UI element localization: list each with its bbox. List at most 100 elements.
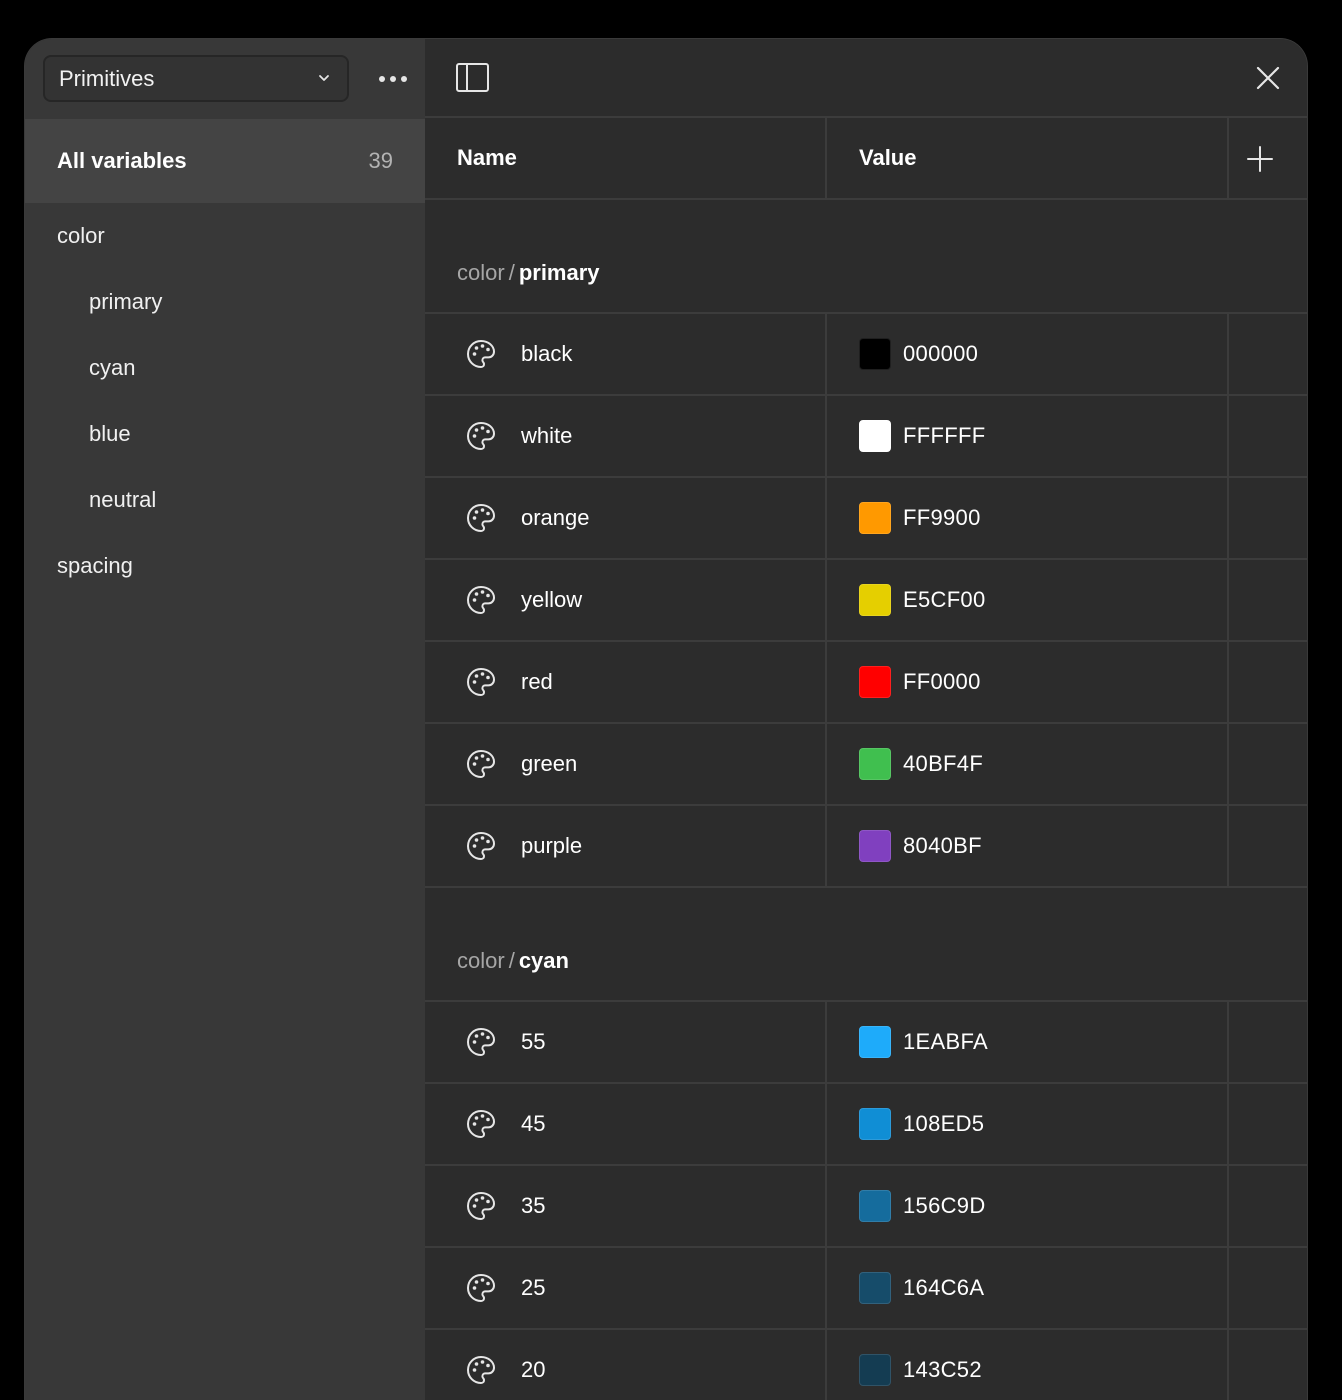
palette-icon: [465, 420, 497, 452]
variable-value[interactable]: 1EABFA: [903, 1002, 988, 1082]
variable-value[interactable]: FFFFFF: [903, 396, 985, 476]
sidebar-item-spacing[interactable]: spacing: [25, 533, 425, 599]
sidebar-toggle-icon[interactable]: [455, 61, 491, 95]
palette-icon: [465, 1190, 497, 1222]
all-variables-item[interactable]: All variables 39: [25, 119, 425, 203]
column-divider[interactable]: [1227, 118, 1229, 198]
variable-row[interactable]: white FFFFFF: [425, 396, 1307, 478]
variable-value[interactable]: FF9900: [903, 478, 981, 558]
more-options-button[interactable]: [375, 63, 411, 95]
all-variables-count: 39: [368, 148, 393, 173]
column-divider: [1227, 1002, 1229, 1082]
variable-name[interactable]: red: [521, 642, 553, 722]
variable-value[interactable]: 40BF4F: [903, 724, 983, 804]
column-divider: [1227, 1248, 1229, 1328]
color-swatch[interactable]: [859, 502, 891, 534]
variable-name[interactable]: yellow: [521, 560, 582, 640]
variable-name[interactable]: black: [521, 314, 572, 394]
close-icon[interactable]: [1251, 61, 1285, 95]
variable-value[interactable]: 164C6A: [903, 1248, 984, 1328]
variable-name[interactable]: 20: [521, 1330, 545, 1400]
color-swatch[interactable]: [859, 584, 891, 616]
color-swatch[interactable]: [859, 666, 891, 698]
variable-row[interactable]: 55 1EABFA: [425, 1002, 1307, 1084]
variable-value[interactable]: 156C9D: [903, 1166, 986, 1246]
column-divider: [825, 314, 827, 394]
column-divider: [1227, 396, 1229, 476]
color-swatch[interactable]: [859, 420, 891, 452]
sidebar-item-color[interactable]: color: [25, 203, 425, 269]
collection-dropdown[interactable]: Primitives: [43, 55, 349, 102]
plus-icon[interactable]: [1243, 142, 1277, 176]
variable-value[interactable]: E5CF00: [903, 560, 986, 640]
sidebar-item-blue[interactable]: blue: [25, 401, 425, 467]
variable-row[interactable]: black 000000: [425, 314, 1307, 396]
group-header: color / primary: [425, 200, 1307, 314]
variable-row[interactable]: 35 156C9D: [425, 1166, 1307, 1248]
group-path: color / primary: [457, 260, 600, 286]
group-path: color / cyan: [457, 948, 569, 974]
variable-value[interactable]: 000000: [903, 314, 978, 394]
table-header: Name Value: [425, 118, 1307, 200]
column-divider: [1227, 1084, 1229, 1164]
variable-row[interactable]: 45 108ED5: [425, 1084, 1307, 1166]
subgroup-name: primary: [518, 260, 600, 285]
palette-icon: [465, 1108, 497, 1140]
sidebar-item-neutral[interactable]: neutral: [25, 467, 425, 533]
variable-row[interactable]: 25 164C6A: [425, 1248, 1307, 1330]
column-divider: [825, 1330, 827, 1400]
group-name: color: [457, 260, 505, 285]
palette-icon: [465, 1272, 497, 1304]
collection-name: Primitives: [59, 65, 155, 91]
column-divider: [1227, 1166, 1229, 1246]
variables-table-panel: Name Value color / primary black 000000 white…: [425, 39, 1307, 1400]
variable-row[interactable]: 20 143C52: [425, 1330, 1307, 1400]
palette-icon: [465, 502, 497, 534]
variable-row[interactable]: red FF0000: [425, 642, 1307, 724]
color-swatch[interactable]: [859, 1108, 891, 1140]
column-divider: [1227, 806, 1229, 886]
variable-name[interactable]: 35: [521, 1166, 545, 1246]
variable-row[interactable]: yellow E5CF00: [425, 560, 1307, 642]
path-separator: /: [508, 260, 515, 285]
more-horizontal-icon: [379, 76, 385, 82]
color-swatch[interactable]: [859, 748, 891, 780]
column-divider: [825, 642, 827, 722]
color-swatch[interactable]: [859, 1272, 891, 1304]
group-list: color primary cyan blue neutral spacing: [25, 203, 425, 599]
variable-name[interactable]: 55: [521, 1002, 545, 1082]
name-column-header: Name: [457, 145, 517, 170]
variable-name[interactable]: white: [521, 396, 572, 476]
variable-row[interactable]: green 40BF4F: [425, 724, 1307, 806]
variable-name[interactable]: green: [521, 724, 577, 804]
variable-row[interactable]: orange FF9900: [425, 478, 1307, 560]
color-swatch[interactable]: [859, 1026, 891, 1058]
column-divider: [1227, 314, 1229, 394]
color-swatch[interactable]: [859, 1354, 891, 1386]
column-divider: [825, 478, 827, 558]
variable-row[interactable]: purple 8040BF: [425, 806, 1307, 888]
subgroup-name: cyan: [518, 948, 569, 973]
variable-name[interactable]: purple: [521, 806, 582, 886]
color-swatch[interactable]: [859, 338, 891, 370]
column-divider: [825, 1084, 827, 1164]
variable-name[interactable]: 25: [521, 1248, 545, 1328]
variable-value[interactable]: 143C52: [903, 1330, 982, 1400]
group-name: color: [457, 948, 505, 973]
sidebar-item-primary[interactable]: primary: [25, 269, 425, 335]
variable-value[interactable]: 8040BF: [903, 806, 982, 886]
column-divider: [1227, 478, 1229, 558]
sidebar-item-cyan[interactable]: cyan: [25, 335, 425, 401]
column-divider: [1227, 1330, 1229, 1400]
variable-value[interactable]: FF0000: [903, 642, 981, 722]
color-swatch[interactable]: [859, 1190, 891, 1222]
toolbar: [425, 39, 1307, 118]
palette-icon: [465, 830, 497, 862]
variable-name[interactable]: orange: [521, 478, 590, 558]
palette-icon: [465, 338, 497, 370]
variable-value[interactable]: 108ED5: [903, 1084, 984, 1164]
color-swatch[interactable]: [859, 830, 891, 862]
palette-icon: [465, 584, 497, 616]
column-divider[interactable]: [825, 118, 827, 198]
variable-name[interactable]: 45: [521, 1084, 545, 1164]
